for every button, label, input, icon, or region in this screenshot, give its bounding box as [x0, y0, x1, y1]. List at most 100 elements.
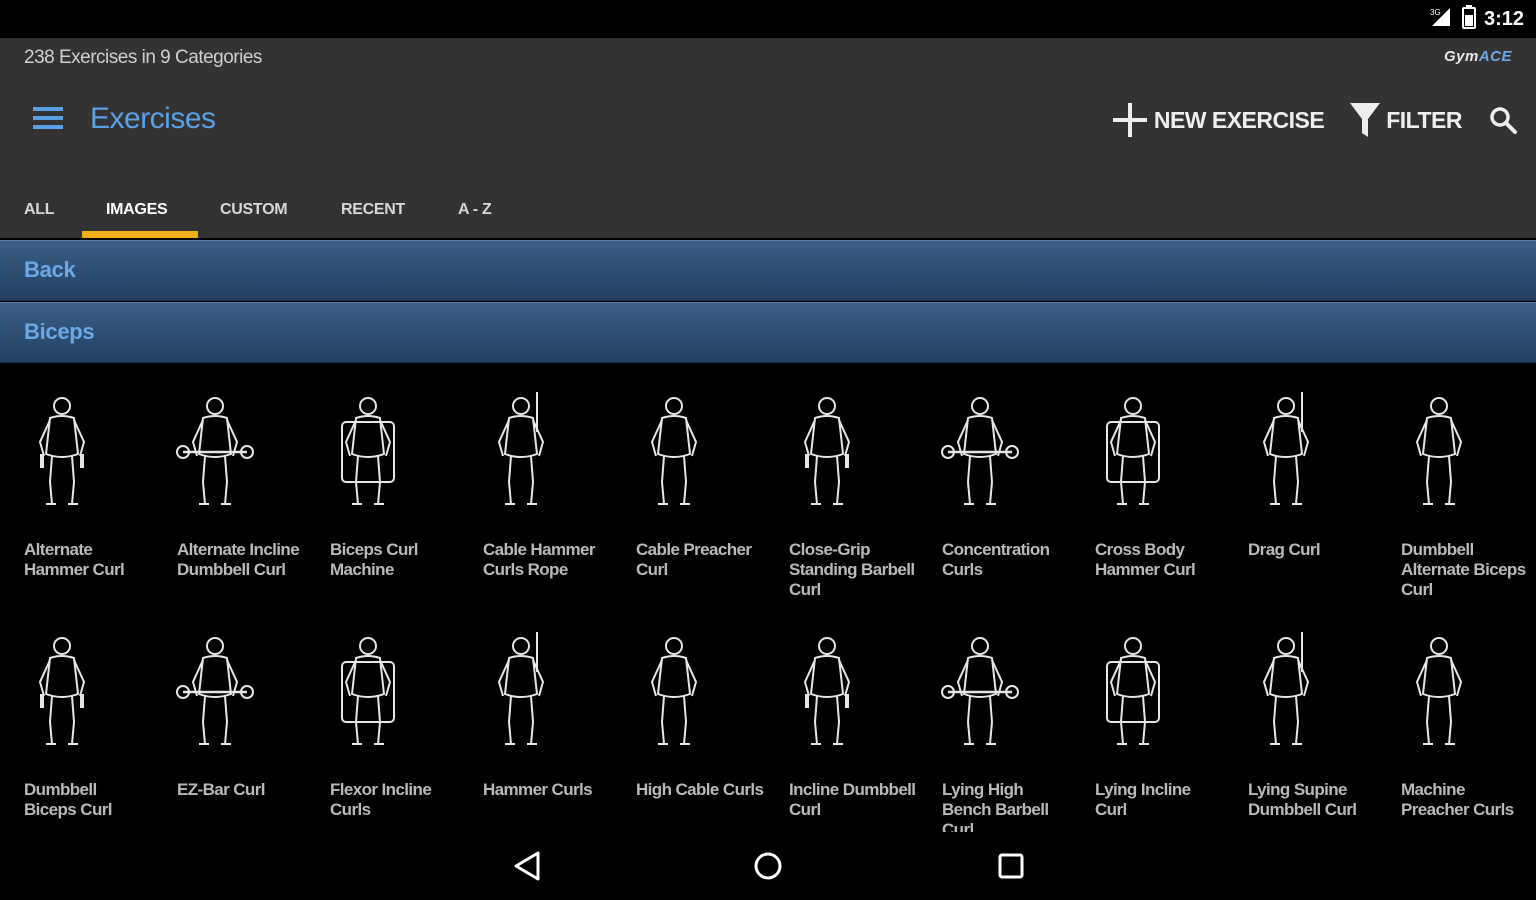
exercise-illustration-icon — [941, 637, 1019, 745]
exercise-tile[interactable]: Alternate Incline Dumbbell Curl — [153, 392, 303, 622]
exercise-name: Alternate Hammer Curl — [24, 540, 125, 579]
exercise-tile[interactable]: Machine Preacher Curls — [1377, 632, 1527, 862]
tab-a-z[interactable]: A - Z — [436, 182, 536, 238]
exercise-tile[interactable]: Cable Hammer Curls Rope — [459, 392, 609, 622]
exercise-illustration-icon — [341, 397, 395, 505]
filter-button[interactable]: FILTER — [1350, 101, 1462, 139]
home-nav-button[interactable] — [748, 846, 788, 886]
exercise-tile[interactable]: Dumbbell Biceps Curl — [0, 632, 150, 862]
brand-logo: GymACE — [1444, 48, 1512, 65]
hamburger-menu-icon — [33, 107, 63, 129]
exercise-illustration-icon — [1415, 397, 1463, 505]
exercise-illustration-icon — [650, 397, 698, 505]
exercise-tile[interactable]: Biceps Curl Machine — [306, 392, 456, 622]
back-row[interactable]: Back — [0, 240, 1536, 301]
menu-button[interactable] — [30, 100, 66, 136]
brand-suffix: ACE — [1478, 48, 1512, 65]
signal-icon: 3G — [1428, 6, 1454, 33]
tab-active-indicator — [82, 231, 198, 238]
tab-recent-label: RECENT — [341, 201, 405, 218]
tab-all[interactable]: ALL — [0, 182, 82, 238]
recents-nav-button[interactable] — [991, 846, 1031, 886]
exercise-name: Lying Supine Dumbbell Curl — [1248, 780, 1357, 819]
exercise-name: Concentration Curls — [942, 540, 1050, 579]
exercise-name: High Cable Curls — [636, 780, 764, 799]
tab-custom-label: CUSTOM — [220, 201, 288, 218]
exercise-name: Incline Dumbbell Curl — [789, 780, 916, 819]
exercise-tile[interactable]: Alternate Hammer Curl — [0, 392, 150, 622]
exercise-tile[interactable]: Lying Supine Dumbbell Curl — [1224, 632, 1374, 862]
exercise-tile[interactable]: Cable Preacher Curl — [612, 392, 762, 622]
tab-a-z-label: A - Z — [458, 201, 492, 218]
tab-all-label: ALL — [24, 201, 55, 218]
exercise-name: Drag Curl — [1248, 540, 1321, 559]
category-label: Biceps — [24, 319, 95, 344]
tab-images-label: IMAGES — [106, 201, 168, 218]
exercise-tile[interactable]: Close-Grip Standing Barbell Curl — [765, 392, 915, 622]
page-title: Exercises — [90, 102, 216, 135]
exercise-illustration-icon — [1415, 637, 1463, 745]
exercise-illustration-icon — [803, 397, 851, 505]
tab-recent[interactable]: RECENT — [319, 182, 436, 238]
status-time: 3:12 — [1483, 7, 1524, 30]
exercise-illustration-icon — [650, 637, 698, 745]
exercise-tile[interactable]: Flexor Incline Curls — [306, 632, 456, 862]
exercise-tile[interactable]: Cross Body Hammer Curl — [1071, 392, 1221, 622]
exercise-tile[interactable]: Lying High Bench Barbell Curl — [918, 632, 1068, 862]
toolbar-actions: NEW EXERCISE FILTER — [1112, 98, 1518, 142]
exercise-name: Hammer Curls — [483, 780, 593, 799]
exercise-illustration-icon — [176, 637, 254, 745]
status-icons: 3G 3:12 — [1428, 4, 1524, 34]
new-exercise-label: NEW EXERCISE — [1153, 106, 1325, 133]
exercise-name: EZ-Bar Curl — [177, 780, 265, 799]
exercise-name: Dumbbell Alternate Biceps Curl — [1401, 540, 1526, 599]
app-bar: 238 Exercises in 9 Categories GymACE Exe… — [0, 38, 1536, 238]
category-header[interactable]: Biceps — [0, 302, 1536, 363]
back-nav-button[interactable] — [507, 846, 547, 886]
exercise-tile[interactable]: Lying Incline Curl — [1071, 632, 1221, 862]
exercise-illustration-icon — [1262, 632, 1310, 745]
exercise-illustration-icon — [941, 397, 1019, 505]
exercise-name: Cross Body Hammer Curl — [1095, 540, 1196, 579]
back-label: Back — [24, 257, 76, 282]
exercise-illustration-icon — [1262, 392, 1310, 505]
tab-bar: ALL IMAGES CUSTOM RECENT A - Z — [0, 182, 536, 238]
exercise-name: Machine Preacher Curls — [1401, 780, 1514, 819]
exercise-illustration-icon — [38, 397, 86, 505]
exercise-illustration-icon — [497, 392, 545, 505]
battery-icon — [1461, 4, 1476, 34]
exercise-illustration-icon — [803, 637, 851, 745]
exercise-tile[interactable]: Concentration Curls — [918, 392, 1068, 622]
search-button[interactable] — [1488, 105, 1518, 135]
exercise-name: Cable Preacher Curl — [636, 540, 752, 579]
status-bar: 3G 3:12 — [0, 0, 1536, 38]
recents-square-icon — [998, 853, 1024, 879]
plus-icon — [1112, 103, 1147, 137]
exercise-tile[interactable]: Hammer Curls — [459, 632, 609, 862]
tab-images[interactable]: IMAGES — [82, 182, 198, 238]
exercise-illustration-icon — [1106, 397, 1160, 505]
filter-icon — [1350, 103, 1381, 137]
home-circle-icon — [754, 852, 782, 880]
new-exercise-button[interactable]: NEW EXERCISE — [1112, 102, 1325, 138]
svg-text:3G: 3G — [1430, 8, 1441, 17]
back-triangle-icon — [514, 851, 540, 881]
exercise-illustration-icon — [1106, 637, 1160, 745]
exercise-name: Close-Grip Standing Barbell Curl — [789, 540, 915, 599]
exercise-illustration-icon — [497, 632, 545, 745]
exercise-name: Alternate Incline Dumbbell Curl — [177, 540, 300, 579]
exercise-illustration-icon — [341, 637, 395, 745]
exercise-tile[interactable]: Drag Curl — [1224, 392, 1374, 622]
exercise-tile[interactable]: Incline Dumbbell Curl — [765, 632, 916, 862]
exercise-tile[interactable]: High Cable Curls — [612, 632, 764, 862]
exercise-name: Lying Incline Curl — [1095, 780, 1191, 819]
exercise-tile[interactable]: Dumbbell Alternate Biceps Curl — [1377, 392, 1527, 622]
exercise-count: 238 Exercises in 9 Categories — [24, 47, 262, 68]
filter-label: FILTER — [1386, 106, 1462, 133]
exercise-name: Lying High Bench Barbell Curl — [942, 780, 1049, 839]
exercise-name: Flexor Incline Curls — [330, 780, 432, 819]
search-icon — [1490, 107, 1517, 134]
tab-custom[interactable]: CUSTOM — [198, 182, 319, 238]
exercise-illustration-icon — [38, 637, 86, 745]
exercise-tile[interactable]: EZ-Bar Curl — [153, 632, 303, 862]
